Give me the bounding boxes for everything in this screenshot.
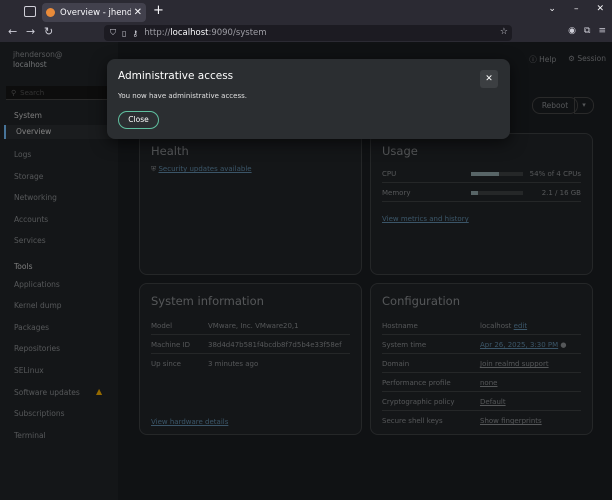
key-icon: ⚷ [132, 28, 139, 38]
url-bar[interactable]: ⛉ ▯ ⚷ http://localhost:9090/system ☆ [104, 25, 512, 41]
tab-list-icon[interactable]: ⌄ [548, 4, 556, 14]
browser-tab[interactable]: Overview - jhenderson@ ✕ [42, 3, 146, 22]
account-icon[interactable]: ◉ [568, 26, 576, 36]
minimize-icon[interactable]: – [574, 4, 579, 14]
browser-nav-bar: ← → ↻ ⛉ ▯ ⚷ http://localhost:9090/system… [0, 24, 612, 42]
modal-body: You now have administrative access. [118, 92, 247, 100]
bookmark-star-icon[interactable]: ☆ [500, 27, 508, 37]
reload-icon[interactable]: ↻ [44, 25, 53, 38]
window-close-icon[interactable]: ✕ [596, 4, 604, 14]
tab-title: Overview - jhenderson@ [60, 7, 131, 18]
tab-overview-icon[interactable] [24, 6, 36, 17]
back-icon[interactable]: ← [8, 25, 17, 38]
favicon-icon [46, 8, 55, 17]
close-button[interactable]: Close [118, 111, 159, 129]
menu-icon[interactable]: ≡ [598, 26, 606, 36]
new-tab-button[interactable]: + [153, 3, 164, 18]
browser-tab-bar: Overview - jhenderson@ ✕ + ⌄ – ✕ [0, 0, 612, 24]
forward-icon[interactable]: → [26, 25, 35, 38]
tab-close-icon[interactable]: ✕ [134, 7, 142, 18]
close-icon[interactable]: ✕ [480, 70, 498, 88]
extensions-icon[interactable]: ⧉ [584, 26, 590, 36]
url-text: http://localhost:9090/system [144, 28, 267, 38]
administrative-access-modal: Administrative access ✕ You now have adm… [107, 59, 510, 139]
shield-icon: ⛉ [110, 28, 116, 37]
modal-title: Administrative access [118, 70, 234, 82]
page-icon: ▯ [122, 28, 127, 38]
